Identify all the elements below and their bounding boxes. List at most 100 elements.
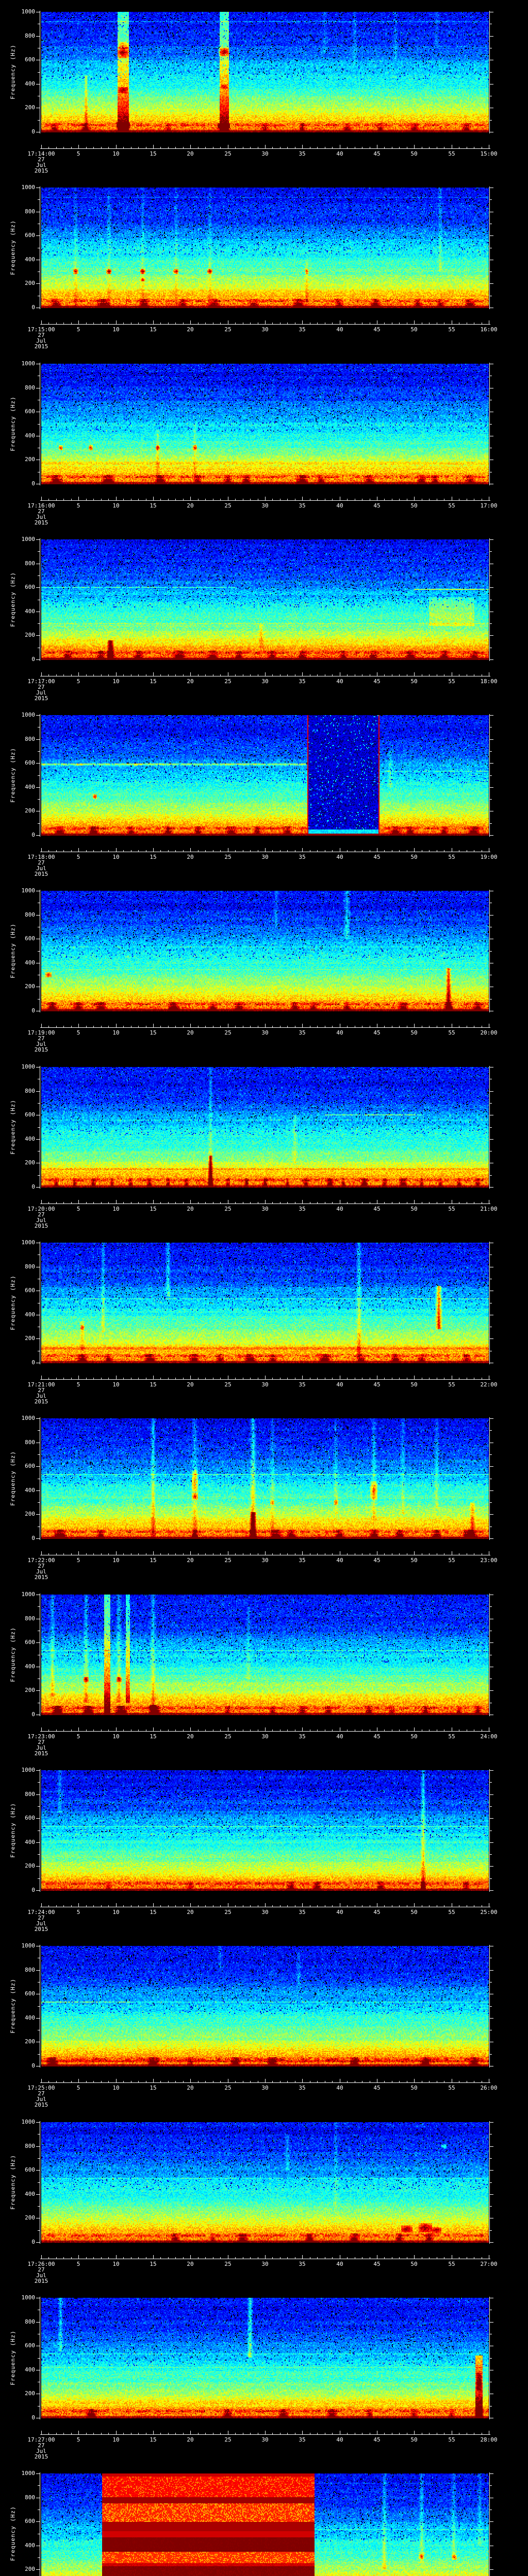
y-axis-title: Frequency (Hz) <box>9 1978 16 2033</box>
x-tick-label: 45 <box>373 1206 381 1212</box>
x-tick-label: 45 <box>373 150 381 157</box>
y-axis-title: Frequency (Hz) <box>9 44 16 99</box>
end-time-label: 25:00 <box>480 1909 498 1916</box>
end-time-label: 27:00 <box>480 2261 498 2267</box>
y-tick-label: 1000 <box>21 1415 36 1421</box>
end-time-label: 18:00 <box>480 678 498 685</box>
x-tick-label: 35 <box>299 1206 306 1212</box>
y-tick-label: 1000 <box>21 1942 36 1949</box>
y-tick-label: 400 <box>25 2542 35 2549</box>
x-tick-label: 15 <box>150 1206 157 1212</box>
y-axis-title: Frequency (Hz) <box>9 2330 16 2385</box>
x-tick-label: 35 <box>299 150 306 157</box>
date-line: 2015 <box>34 519 48 526</box>
x-tick-label: 25 <box>224 1909 232 1916</box>
x-tick-label: 30 <box>261 1909 269 1916</box>
date-line: 2015 <box>34 2453 48 2460</box>
y-tick-label: 200 <box>25 1687 35 1693</box>
spectrogram-heatmap <box>0 2286 528 2462</box>
y-tick-label: 600 <box>25 935 35 942</box>
y-tick-label: 800 <box>25 32 35 39</box>
y-axis-title: Frequency (Hz) <box>9 923 16 978</box>
spectrogram-heatmap <box>0 0 528 176</box>
spectrogram-heatmap <box>0 703 528 879</box>
x-tick-label: 15 <box>150 2261 157 2267</box>
y-tick-label: 600 <box>25 2518 35 2524</box>
end-time-label: 19:00 <box>480 854 498 860</box>
x-tick-label: 5 <box>76 1733 80 1740</box>
spectrogram-panel: Frequency (Hz) 0 200 400 600 800 1000 17:23:00 5… <box>0 1583 528 1758</box>
y-tick-label: 400 <box>25 2014 35 2021</box>
y-tick-label: 200 <box>25 1511 35 1517</box>
x-tick-label: 30 <box>261 1206 269 1212</box>
x-tick-label: 10 <box>112 2436 120 2443</box>
y-axis-title: Frequency (Hz) <box>9 1451 16 1506</box>
y-tick-label: 800 <box>25 2143 35 2149</box>
x-tick-label: 20 <box>187 854 194 860</box>
spectrogram-heatmap <box>0 1758 528 1934</box>
x-tick-label: 35 <box>299 326 306 333</box>
date-line: 2015 <box>34 343 48 350</box>
y-tick-label: 1000 <box>21 2119 36 2125</box>
x-tick-label: 5 <box>76 1206 80 1212</box>
y-tick-label: 0 <box>31 2239 35 2245</box>
spectrogram-panel: Frequency (Hz) 0 200 400 600 800 1000 17:20:00 5… <box>0 1055 528 1231</box>
spectrogram-heatmap <box>0 1055 528 1231</box>
y-tick-label: 0 <box>31 656 35 663</box>
y-tick-label: 800 <box>25 911 35 918</box>
spectrogram-heatmap <box>0 352 528 528</box>
y-tick-label: 0 <box>31 1887 35 1893</box>
spectrogram-heatmap <box>0 176 528 352</box>
spectrogram-heatmap <box>0 2462 528 2576</box>
x-tick-label: 45 <box>373 2084 381 2091</box>
x-tick-label: 25 <box>224 1206 232 1212</box>
y-tick-label: 200 <box>25 1335 35 1342</box>
date-line: 2015 <box>34 871 48 877</box>
y-tick-label: 0 <box>31 1711 35 1718</box>
x-tick-label: 5 <box>76 1029 80 1036</box>
x-tick-label: 50 <box>410 854 418 860</box>
x-tick-label: 40 <box>336 502 343 509</box>
spectrogram-heatmap <box>0 1406 528 1583</box>
y-tick-label: 1000 <box>21 184 36 191</box>
x-tick-label: 45 <box>373 326 381 333</box>
x-tick-label: 15 <box>150 150 157 157</box>
y-tick-label: 600 <box>25 56 35 63</box>
x-tick-label: 45 <box>373 854 381 860</box>
y-tick-label: 1000 <box>21 2294 36 2301</box>
x-tick-label: 15 <box>150 1557 157 1564</box>
x-tick-label: 50 <box>410 1733 418 1740</box>
y-tick-label: 200 <box>25 1862 35 1869</box>
y-tick-label: 200 <box>25 280 35 286</box>
x-tick-label: 15 <box>150 2436 157 2443</box>
spectrogram-stack: Frequency (Hz) 0 200 400 600 800 1000 17:14:00 5… <box>0 0 528 2576</box>
end-time-label: 23:00 <box>480 1557 498 1564</box>
date-line: 2015 <box>34 167 48 174</box>
x-tick-label: 10 <box>112 678 120 685</box>
x-tick-label: 50 <box>410 2436 418 2443</box>
y-tick-label: 200 <box>25 104 35 111</box>
y-tick-label: 600 <box>25 1639 35 1646</box>
x-tick-label: 50 <box>410 1557 418 1564</box>
end-time-label: 15:00 <box>480 150 498 157</box>
spectrogram-panel: Frequency (Hz)0200400600800100017:28:005… <box>0 2462 528 2576</box>
y-tick-label: 200 <box>25 807 35 814</box>
x-tick-label: 15 <box>150 502 157 509</box>
x-tick-label: 20 <box>187 2436 194 2443</box>
end-time-label: 24:00 <box>480 1733 498 1740</box>
x-tick-label: 20 <box>187 2261 194 2267</box>
x-tick-label: 20 <box>187 1909 194 1916</box>
x-tick-label: 45 <box>373 1909 381 1916</box>
x-tick-label: 10 <box>112 150 120 157</box>
x-tick-label: 10 <box>112 1909 120 1916</box>
spectrogram-heatmap <box>0 528 528 703</box>
x-tick-label: 5 <box>76 2084 80 2091</box>
x-tick-label: 10 <box>112 2261 120 2267</box>
x-tick-label: 15 <box>150 1733 157 1740</box>
x-tick-label: 25 <box>224 326 232 333</box>
x-tick-label: 10 <box>112 1733 120 1740</box>
x-tick-label: 20 <box>187 1557 194 1564</box>
y-tick-label: 600 <box>25 2166 35 2173</box>
x-tick-label: 45 <box>373 1557 381 1564</box>
x-tick-label: 45 <box>373 502 381 509</box>
